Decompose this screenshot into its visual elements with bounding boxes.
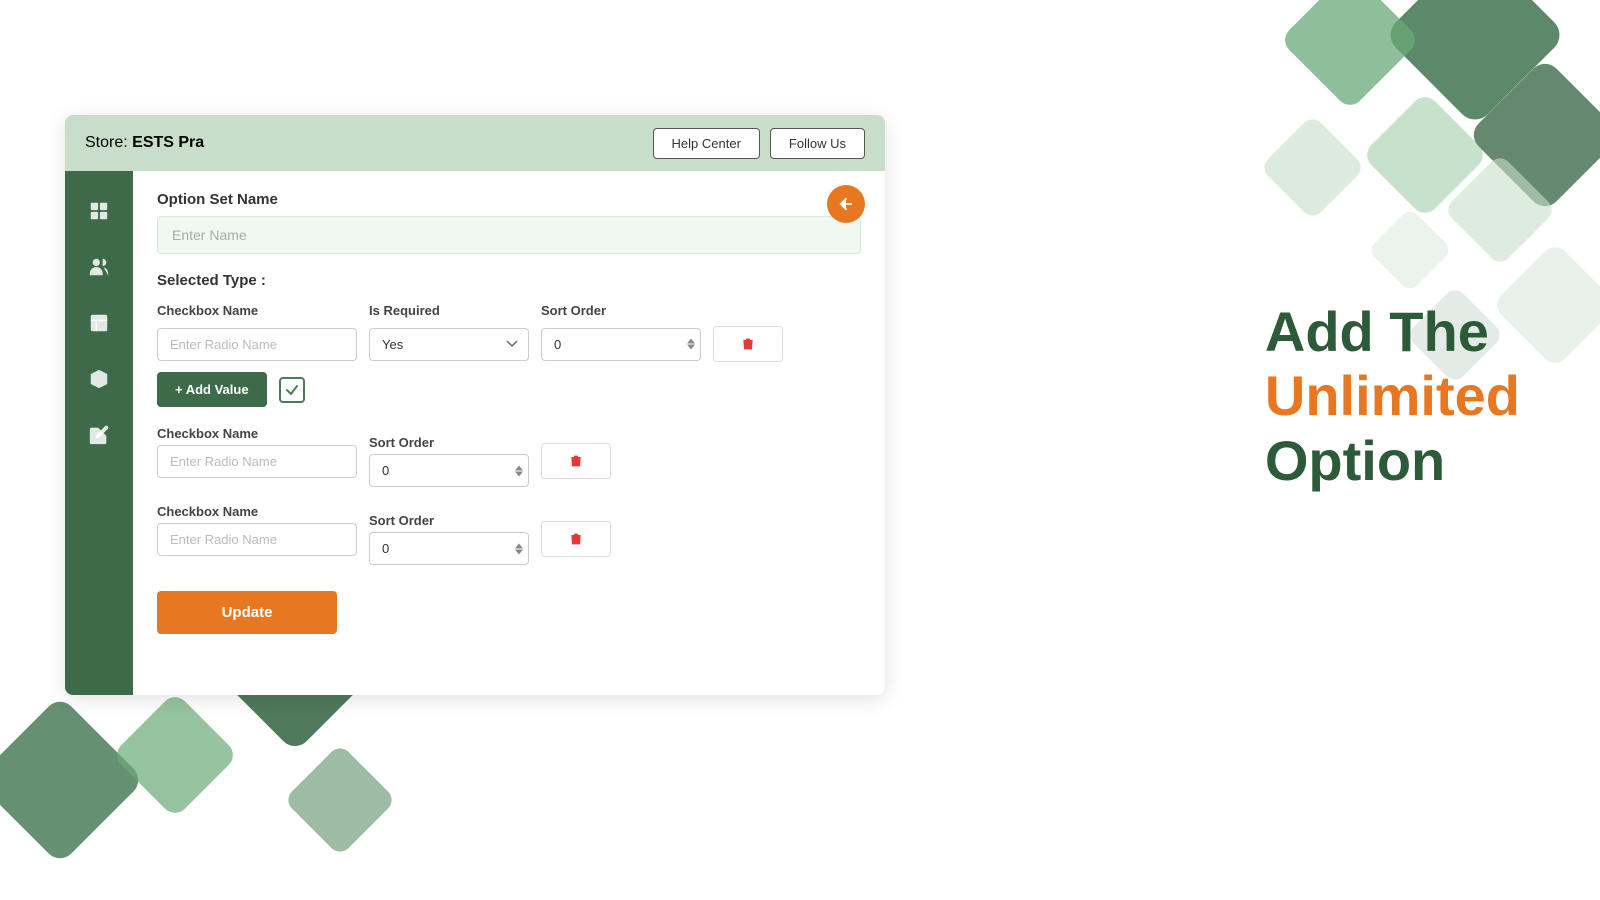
checkbox-name-label-r2: Checkbox Name [157,504,357,519]
sidebar-item-dashboard[interactable] [75,187,123,235]
is-required-select[interactable]: Yes No [369,328,529,361]
extra-row-1: Checkbox Name Sort Order [157,417,861,487]
trash-icon-3 [568,531,584,547]
delete-button-1[interactable] [713,326,783,362]
help-center-button[interactable]: Help Center [653,128,760,159]
delete-button-2[interactable] [541,443,611,479]
sort-order-label-r2: Sort Order [369,513,529,528]
headline: Add The Unlimited Option [1265,300,1520,493]
headline-line1: Add The [1265,300,1520,364]
sort-arrows-2[interactable] [515,465,523,476]
is-required-header: Is Required [369,303,529,318]
checkbox-name-label-r1: Checkbox Name [157,426,357,441]
catalog-icon [88,312,110,334]
checkbox-name-header: Checkbox Name [157,303,357,318]
trash-icon [740,336,756,352]
headline-line2: Unlimited [1265,364,1520,428]
sort-arrows-3[interactable] [515,543,523,554]
sidebar-item-catalog[interactable] [75,299,123,347]
sort-order-label-r1: Sort Order [369,435,529,450]
update-button[interactable]: Update [157,591,337,634]
app-window: Store: ESTS Pra Help Center Follow Us [65,115,885,695]
option-set-name-section: Option Set Name [157,191,861,254]
selected-type-label: Selected Type : [157,272,861,289]
sort-order-input-1[interactable] [541,328,701,361]
back-arrow-icon [837,195,855,213]
column-headers: Checkbox Name Is Required Sort Order [157,303,861,318]
sort-order-input-3[interactable] [369,532,529,565]
add-value-button[interactable]: + Add Value [157,372,267,407]
sort-order-wrapper-1 [541,328,701,361]
back-button[interactable] [827,185,865,223]
headline-line3: Option [1265,429,1520,493]
grid-icon [88,200,110,222]
checkbox-name-input-2[interactable] [157,445,357,478]
box-icon [88,368,110,390]
header-buttons: Help Center Follow Us [653,128,865,159]
follow-us-button[interactable]: Follow Us [770,128,865,159]
edit-icon [88,424,110,446]
option-set-name-input[interactable] [157,216,861,254]
app-header: Store: ESTS Pra Help Center Follow Us [65,115,885,171]
arrow-up-icon[interactable] [687,339,695,344]
store-label: Store: ESTS Pra [85,134,204,152]
sort-order-input-2[interactable] [369,454,529,487]
checkbox-name-input-1[interactable] [157,328,357,361]
add-value-row: + Add Value [157,372,861,407]
app-body: Option Set Name Selected Type : Checkbox… [65,171,885,695]
store-name: ESTS Pra [132,134,204,151]
sort-wrapper-r1 [369,454,529,487]
sort-order-header: Sort Order [541,303,701,318]
extra-row-2: Checkbox Name Sort Order [157,495,861,565]
delete-button-3[interactable] [541,521,611,557]
arrow-down-icon[interactable] [687,345,695,350]
checkbox-check[interactable] [279,377,305,403]
trash-icon-2 [568,453,584,469]
sidebar-item-edit[interactable] [75,411,123,459]
check-icon [285,383,299,397]
sidebar [65,171,133,695]
sidebar-item-products[interactable] [75,355,123,403]
sort-arrows-1[interactable] [687,339,695,350]
users-icon [88,256,110,278]
sidebar-item-users[interactable] [75,243,123,291]
checkbox-name-input-3[interactable] [157,523,357,556]
sort-wrapper-r2 [369,532,529,565]
main-content: Option Set Name Selected Type : Checkbox… [133,171,885,695]
option-set-name-label: Option Set Name [157,191,861,208]
first-data-row: Yes No [157,326,861,362]
